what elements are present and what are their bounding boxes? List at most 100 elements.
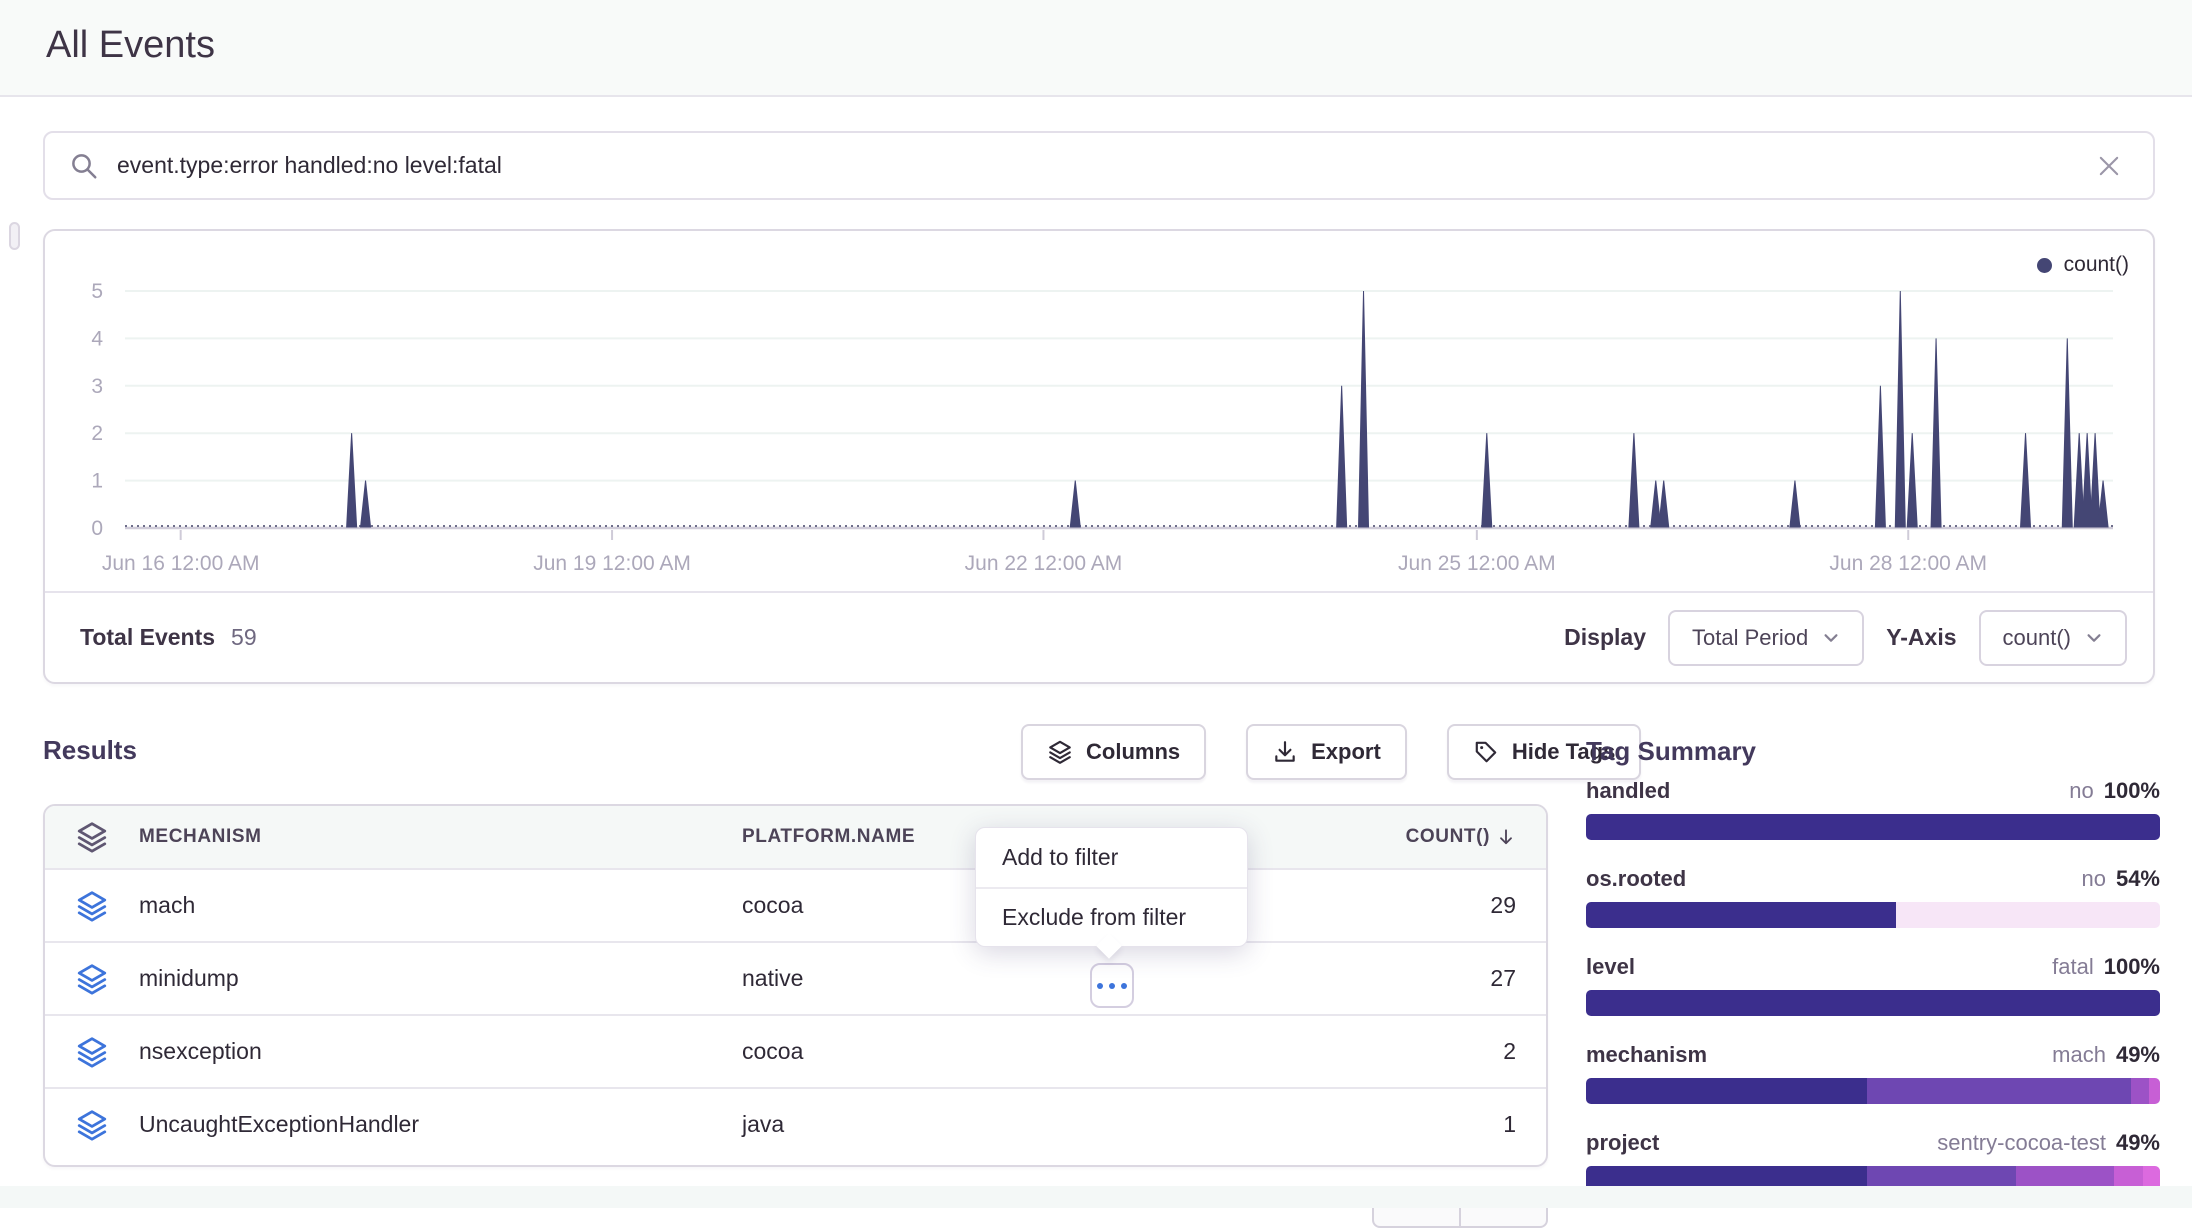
tag-top-percent: 49% — [2116, 1130, 2160, 1156]
results-table: MECHANISM PLATFORM.NAME COUNT() machcoco… — [43, 804, 1548, 1167]
tag-entry-handled: handled no 100% — [1586, 778, 2160, 840]
tag-top-value: no — [2069, 778, 2093, 804]
svg-text:Jun 25 12:00 AM: Jun 25 12:00 AM — [1398, 552, 1556, 575]
tag-top-percent: 100% — [2104, 778, 2160, 804]
cell-platform[interactable]: native — [742, 965, 803, 992]
stack-icon[interactable] — [75, 1108, 109, 1142]
table-row[interactable]: machcocoa29 — [45, 868, 1546, 941]
tag-entry-mechanism: mechanism mach 49% — [1586, 1042, 2160, 1104]
tag-name: project — [1586, 1130, 1659, 1156]
results-heading: Results — [43, 735, 137, 766]
svg-text:Jun 28 12:00 AM: Jun 28 12:00 AM — [1829, 552, 1987, 575]
yaxis-select[interactable]: count() — [1979, 610, 2127, 666]
stack-icon[interactable] — [75, 962, 109, 996]
search-icon — [69, 151, 99, 181]
chart-legend[interactable]: count() — [2037, 253, 2129, 277]
tag-top-percent: 100% — [2104, 954, 2160, 980]
svg-text:Jun 16 12:00 AM: Jun 16 12:00 AM — [102, 552, 260, 575]
tag-summary-heading: Tag Summary — [1586, 736, 1756, 767]
tag-icon — [1473, 739, 1499, 765]
tag-name: level — [1586, 954, 1635, 980]
svg-text:4: 4 — [91, 327, 103, 350]
events-chart-svg: 0 1 2 3 4 5 Jun 16 12:00 AM Jun 19 12:00 AM Jun … — [45, 231, 2153, 591]
tag-name: mechanism — [1586, 1042, 1707, 1068]
tag-bar-segment[interactable] — [1586, 902, 1896, 928]
chevron-down-icon — [2085, 629, 2103, 647]
row-actions-ellipsis-button[interactable] — [1090, 963, 1134, 1008]
row-context-menu: Add to filterExclude from filter — [975, 827, 1248, 947]
table-header-row: MECHANISM PLATFORM.NAME COUNT() — [45, 806, 1546, 868]
table-row[interactable]: nsexceptioncocoa2 — [45, 1014, 1546, 1087]
display-select[interactable]: Total Period — [1668, 610, 1864, 666]
stack-icon[interactable] — [75, 889, 109, 923]
button-label: Export — [1311, 739, 1381, 765]
svg-text:2: 2 — [91, 422, 103, 445]
export-button[interactable]: Export — [1246, 724, 1407, 780]
tag-bar-segment[interactable] — [1896, 902, 2160, 928]
chevron-down-icon — [1822, 629, 1840, 647]
stack-icon[interactable] — [75, 820, 109, 854]
tag-name: handled — [1586, 778, 1670, 804]
table-row[interactable]: UncaughtExceptionHandlerjava1 — [45, 1087, 1546, 1160]
tag-bar-segment[interactable] — [2149, 1078, 2160, 1104]
cell-platform[interactable]: cocoa — [742, 892, 803, 919]
ellipsis-icon — [1097, 983, 1103, 989]
tag-top-percent: 49% — [2116, 1042, 2160, 1068]
clear-search-button[interactable] — [2089, 146, 2129, 186]
cell-platform[interactable]: java — [742, 1111, 784, 1138]
cell-platform[interactable]: cocoa — [742, 1038, 803, 1065]
tag-top-value: sentry-cocoa-test — [1937, 1130, 2106, 1156]
tag-distribution-bar — [1586, 814, 2160, 840]
tag-distribution-bar — [1586, 902, 2160, 928]
cell-mechanism[interactable]: mach — [139, 892, 742, 919]
svg-text:Jun 19 12:00 AM: Jun 19 12:00 AM — [533, 552, 691, 575]
column-header-platform[interactable]: PLATFORM.NAME — [742, 826, 915, 848]
bottom-strip — [0, 1186, 2192, 1208]
context-menu-items: Add to filterExclude from filter — [976, 828, 1247, 946]
tag-distribution-bar — [1586, 990, 2160, 1016]
tag-summary-panel: handledno100%os.rootedno54%levelfatal100… — [1586, 778, 2160, 1218]
results-actions: ColumnsExportHide Tags — [1021, 724, 1641, 780]
panel-drag-handle[interactable] — [9, 222, 20, 250]
tag-bar-segment[interactable] — [1586, 990, 2160, 1016]
legend-label: count() — [2064, 253, 2129, 277]
download-icon — [1272, 739, 1298, 765]
tag-bar-segment[interactable] — [1586, 1078, 1867, 1104]
svg-text:5: 5 — [91, 280, 103, 303]
cell-mechanism[interactable]: nsexception — [139, 1038, 742, 1065]
events-chart-panel: 0 1 2 3 4 5 Jun 16 12:00 AM Jun 19 12:00 AM Jun … — [43, 229, 2155, 684]
page-title: All Events — [46, 24, 215, 67]
cell-count: cocoa2 — [742, 1038, 1516, 1065]
legend-dot — [2037, 258, 2052, 273]
search-input[interactable] — [117, 152, 2089, 179]
sort-desc-icon — [1496, 827, 1516, 847]
button-label: Columns — [1086, 739, 1180, 765]
search-bar — [43, 131, 2155, 200]
svg-text:0: 0 — [91, 517, 103, 540]
stack-icon[interactable] — [75, 1035, 109, 1069]
tag-name: os.rooted — [1586, 866, 1686, 892]
yaxis-label: Y-Axis — [1886, 624, 1956, 651]
display-label: Display — [1564, 624, 1646, 651]
page-header: All Events — [0, 0, 2192, 97]
column-header-mechanism[interactable]: MECHANISM — [139, 826, 742, 848]
table-row[interactable]: minidumpnative27 — [45, 941, 1546, 1014]
tag-top-value: fatal — [2052, 954, 2094, 980]
svg-text:1: 1 — [91, 470, 103, 493]
total-events-label: Total Events — [80, 624, 215, 651]
chart-footer: Total Events 59 Display Total Period Y-A… — [45, 591, 2153, 682]
tag-bar-segment[interactable] — [1586, 814, 2160, 840]
tag-bar-segment[interactable] — [1867, 1078, 2131, 1104]
tag-top-value: no — [2081, 866, 2105, 892]
stack-icon — [1047, 739, 1073, 765]
svg-text:3: 3 — [91, 375, 103, 398]
cell-mechanism[interactable]: minidump — [139, 965, 742, 992]
cell-mechanism[interactable]: UncaughtExceptionHandler — [139, 1111, 742, 1138]
tag-entry-level: level fatal 100% — [1586, 954, 2160, 1016]
columns-button[interactable]: Columns — [1021, 724, 1206, 780]
menu-item-add-to-filter[interactable]: Add to filter — [976, 828, 1247, 887]
tag-bar-segment[interactable] — [2131, 1078, 2148, 1104]
tag-top-value: mach — [2052, 1042, 2106, 1068]
tag-entry-os.rooted: os.rootedno54% — [1586, 866, 2160, 928]
cell-count: java1 — [742, 1111, 1516, 1138]
